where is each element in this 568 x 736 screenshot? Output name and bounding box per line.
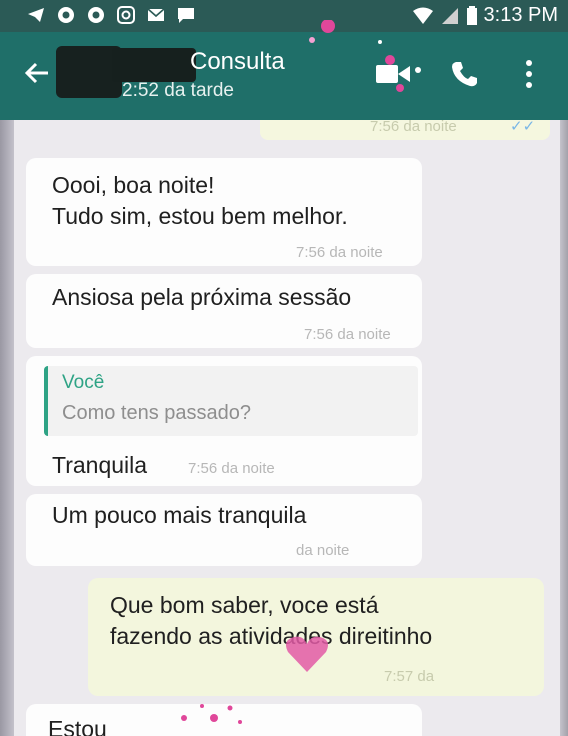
quote-author: Você: [62, 372, 105, 393]
message-text: Tranquila: [52, 452, 148, 478]
telegram-icon: [28, 8, 44, 22]
more-options-icon[interactable]: [520, 58, 538, 90]
message-text: Oooi, boa noite!: [52, 172, 215, 198]
chrome-icon: [58, 7, 74, 23]
message-bubble-outgoing-partial[interactable]: 7:56 da noite ✓✓: [260, 120, 550, 140]
quote-text: Como tens passado?: [62, 402, 252, 424]
phone-call-icon[interactable]: [450, 60, 478, 88]
message-time: 7:56 da noite: [296, 244, 383, 261]
contact-name[interactable]: Consulta: [190, 48, 285, 76]
contact-last-seen: 2:52 da tarde: [122, 80, 234, 101]
notification-icons: [26, 5, 196, 25]
message-time: 7:56 da noite: [304, 326, 391, 343]
instagram-icon: [117, 6, 135, 24]
message-text: Tudo sim, estou bem melhor.: [52, 203, 348, 229]
mail-icon: [147, 8, 165, 21]
battery-icon: [466, 5, 477, 25]
message-bubble-incoming[interactable]: Ansiosa pela próxima sessão 7:56 da noit…: [26, 274, 422, 348]
message-text: Que bom saber, voce está: [110, 592, 379, 618]
clock-time: 3:13 PM: [483, 4, 558, 26]
message-time: da noite: [296, 542, 350, 559]
system-indicators: 3:13 PM: [412, 4, 558, 27]
chrome-icon: [88, 7, 104, 23]
heart-sticker-overlay: [309, 20, 421, 92]
message-icon: [178, 8, 194, 23]
message-text: Estou: [48, 716, 107, 736]
sparkle-overlay: [181, 704, 242, 724]
redacted-name-block: [112, 48, 196, 82]
back-arrow-icon[interactable]: [22, 58, 52, 88]
message-time: 7:56 da noite: [370, 120, 457, 135]
heart-sticker: [286, 636, 328, 672]
chat-header: Consulta 2:52 da tarde: [0, 20, 568, 120]
signal-icon: [441, 7, 458, 24]
status-bar: 3:13 PM: [0, 0, 568, 32]
message-text: Ansiosa pela próxima sessão: [52, 284, 352, 310]
message-bubble-incoming[interactable]: Um pouco mais tranquila da noite: [26, 494, 422, 566]
message-time: 7:56 da noite: [188, 460, 275, 477]
message-text: fazendo as atividades direitinho: [110, 623, 433, 649]
quoted-message[interactable]: Você Como tens passado?: [44, 366, 418, 436]
read-ticks-icon: ✓✓: [510, 120, 536, 135]
message-bubble-incoming[interactable]: Oooi, boa noite! Tudo sim, estou bem mel…: [26, 158, 422, 266]
message-text: Um pouco mais tranquila: [52, 502, 307, 528]
chat-area[interactable]: 7:56 da noite ✓✓ Oooi, boa noite! Tudo s…: [14, 120, 560, 736]
message-time: 7:57 da: [384, 668, 435, 685]
